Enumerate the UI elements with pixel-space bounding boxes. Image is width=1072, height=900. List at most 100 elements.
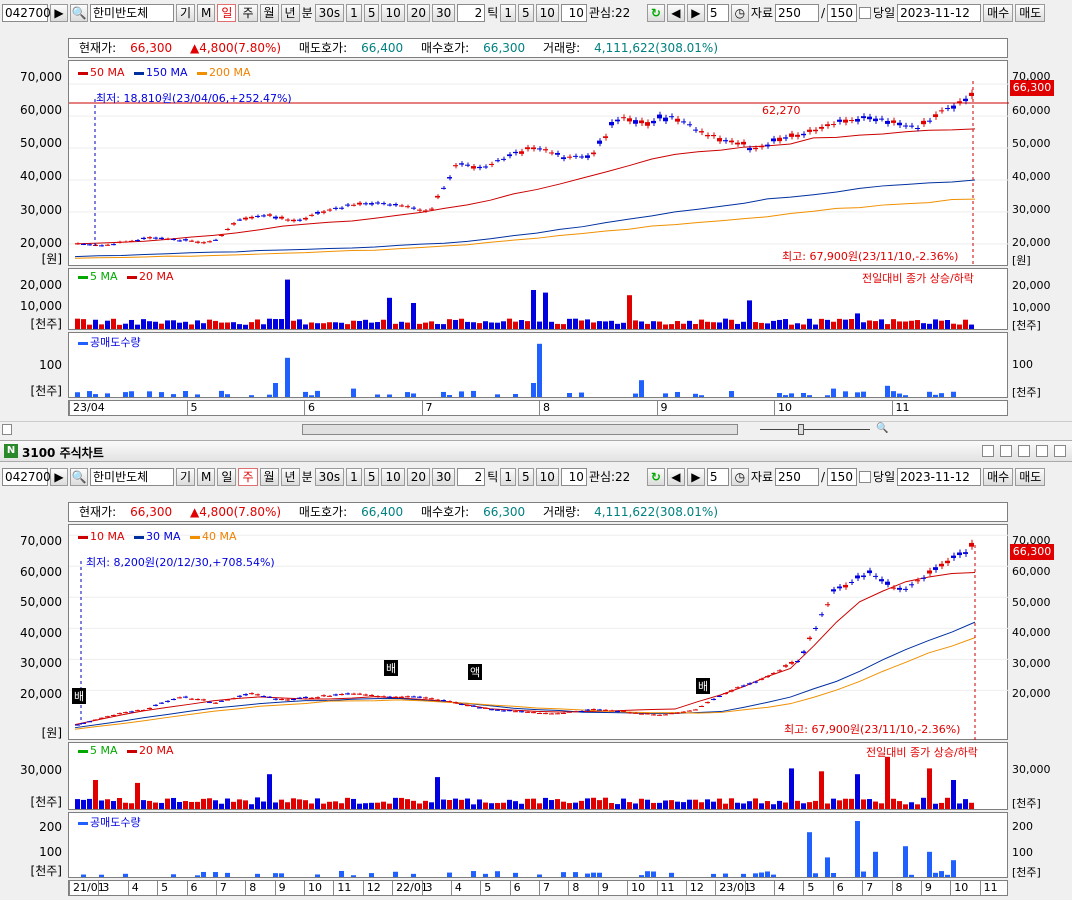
c2-candle	[897, 587, 902, 590]
c2-candle	[387, 696, 392, 698]
date-select[interactable]: 2023-11-12	[897, 468, 982, 486]
data-count-select[interactable]: 250	[775, 4, 819, 22]
tick-1-button[interactable]: 1	[500, 468, 516, 486]
tick-value-input[interactable]: 10	[560, 468, 587, 486]
date-select[interactable]: 2023-11-12	[897, 4, 982, 22]
gi-button[interactable]: 기	[176, 4, 196, 22]
c2-candle	[225, 699, 230, 701]
period-month-button[interactable]: 월	[259, 468, 279, 486]
event-marker[interactable]: 배	[72, 688, 87, 704]
scrollbar[interactable]	[302, 424, 738, 435]
data-count-select[interactable]: 250	[775, 468, 819, 486]
gi-button[interactable]: 기	[176, 468, 196, 486]
tick-5-button[interactable]: 5	[517, 4, 534, 22]
stock-code-input[interactable]: 042700	[2, 468, 51, 486]
dropdown-arrow-icon[interactable]: ▶	[50, 4, 68, 22]
min-5-button[interactable]: 5	[363, 468, 380, 486]
c2-candle	[705, 702, 710, 704]
short-bar	[531, 383, 536, 397]
min-30-button[interactable]: 30	[432, 4, 456, 22]
buy-button[interactable]: 매수	[983, 468, 1014, 486]
period-year-button[interactable]: 년	[280, 468, 300, 486]
c2-candle	[849, 581, 854, 583]
prev-arrow-icon[interactable]: ◀	[666, 468, 685, 486]
today-checkbox[interactable]	[859, 471, 872, 483]
volume-bar	[795, 800, 800, 809]
prev-arrow-icon[interactable]: ◀	[666, 4, 685, 22]
c2-candle	[885, 581, 890, 585]
step-input[interactable]: 5	[706, 4, 729, 22]
volume-bar	[453, 319, 458, 329]
sell-button[interactable]: 매도	[1015, 4, 1046, 22]
data-max-input[interactable]: 150	[827, 4, 858, 22]
sec-button[interactable]: 30s	[314, 468, 345, 486]
zoom-slider-thumb[interactable]	[798, 424, 804, 435]
refresh-icon[interactable]: ↻	[646, 468, 665, 486]
tick-value-input[interactable]: 10	[560, 4, 587, 22]
sec-button[interactable]: 30s	[314, 4, 345, 22]
step-input[interactable]: 5	[706, 468, 729, 486]
buy-button[interactable]: 매수	[983, 4, 1014, 22]
tick-5-button[interactable]: 5	[517, 468, 534, 486]
period-week-button[interactable]: 주	[238, 468, 258, 486]
clock-icon[interactable]: ◷	[730, 4, 749, 22]
sell-button[interactable]: 매도	[1015, 468, 1046, 486]
m-button[interactable]: M	[197, 468, 216, 486]
volume-bar	[759, 803, 764, 809]
m-button[interactable]: M	[197, 4, 216, 22]
refresh-icon[interactable]: ↻	[646, 4, 665, 22]
y-tick: 50,000	[1012, 596, 1051, 609]
next-arrow-icon[interactable]: ▶	[686, 468, 705, 486]
watch-label: 관심:22	[588, 470, 631, 484]
next-arrow-icon[interactable]: ▶	[686, 4, 705, 22]
volume-bar	[723, 318, 728, 329]
period-day-button[interactable]: 일	[217, 468, 237, 486]
event-marker[interactable]: 배	[696, 678, 711, 694]
min-5-button[interactable]: 5	[363, 4, 380, 22]
tick-1-button[interactable]: 1	[500, 4, 516, 22]
volume-bar	[693, 324, 698, 329]
scroll-left-icon[interactable]	[2, 424, 12, 435]
tick-10-button[interactable]: 10	[535, 468, 559, 486]
min-10-button[interactable]: 10	[381, 468, 405, 486]
volume-bar	[375, 322, 380, 329]
stock-code-input[interactable]: 042700	[2, 4, 51, 22]
short-unit: [천주]	[1012, 866, 1041, 879]
search-icon[interactable]: 🔍	[70, 4, 88, 22]
window-button-icon[interactable]	[1000, 445, 1012, 457]
short-bar	[195, 875, 200, 877]
tick-count-input[interactable]: 2	[457, 468, 486, 486]
volume-bar	[207, 319, 212, 329]
high-note-2: 최고: 67,900원(23/11/10,-2.36%)	[784, 723, 961, 736]
period-year-button[interactable]: 년	[280, 4, 300, 22]
tick-10-button[interactable]: 10	[535, 4, 559, 22]
short-panel-2[interactable]	[68, 812, 1008, 878]
short-bar	[447, 872, 452, 877]
event-marker[interactable]: 배	[384, 660, 399, 676]
zoom-slider[interactable]	[760, 429, 870, 430]
window-button-icon[interactable]	[1036, 445, 1048, 457]
period-month-button[interactable]: 월	[259, 4, 279, 22]
period-week-button[interactable]: 주	[238, 4, 258, 22]
window-button-icon[interactable]	[982, 445, 994, 457]
min-20-button[interactable]: 20	[406, 468, 431, 486]
min-1-button[interactable]: 1	[346, 4, 362, 22]
min-20-button[interactable]: 20	[406, 4, 431, 22]
volume-bar	[891, 319, 896, 329]
event-marker[interactable]: 액	[468, 664, 483, 680]
today-checkbox[interactable]	[859, 7, 872, 19]
dropdown-arrow-icon[interactable]: ▶	[50, 468, 68, 486]
period-day-button[interactable]: 일	[217, 4, 237, 22]
zoom-icon[interactable]: 🔍	[876, 423, 888, 434]
min-1-button[interactable]: 1	[346, 468, 362, 486]
window-button-icon[interactable]	[1018, 445, 1030, 457]
tick-count-input[interactable]: 2	[457, 4, 486, 22]
data-max-input[interactable]: 150	[827, 468, 858, 486]
close-icon[interactable]	[1054, 445, 1066, 457]
search-icon[interactable]: 🔍	[70, 468, 88, 486]
bid-label: 매수호가:	[420, 505, 470, 519]
min-30-button[interactable]: 30	[432, 468, 456, 486]
min-10-button[interactable]: 10	[381, 4, 405, 22]
clock-icon[interactable]: ◷	[730, 468, 749, 486]
short-panel-1[interactable]	[68, 332, 1008, 398]
